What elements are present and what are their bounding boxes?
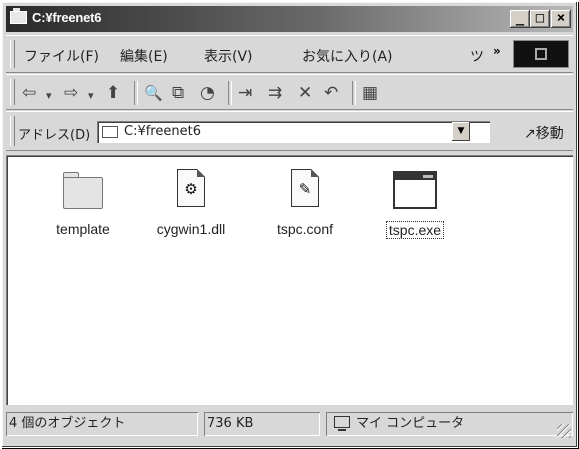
windows-logo-icon [513, 40, 569, 68]
copy-to-icon[interactable]: ⇉ [268, 83, 282, 103]
resize-grip[interactable] [557, 424, 571, 438]
file-item-tspc-conf[interactable]: ✎ tspc.conf [250, 169, 360, 238]
menu-favorites[interactable]: お気に入り(A) [302, 46, 393, 66]
status-zone: マイ コンピュータ [326, 412, 573, 436]
computer-icon [334, 416, 350, 431]
window-title: C:¥freenet6 [32, 10, 102, 25]
address-dropdown-button[interactable]: ▼ [452, 122, 470, 141]
file-item-tspc-exe[interactable]: tspc.exe [360, 169, 470, 239]
address-label: アドレス(D) [18, 128, 91, 143]
forward-icon[interactable]: ⇨ [64, 83, 78, 103]
views-icon[interactable]: ▦ [362, 83, 378, 103]
config-file-icon: ✎ [283, 169, 327, 213]
back-dropdown-icon[interactable]: ▾ [46, 86, 52, 106]
menu-tools[interactable]: ツ [470, 46, 484, 66]
history-icon[interactable]: ◔ [200, 83, 215, 103]
menu-file[interactable]: ファイル(F) [24, 46, 99, 66]
explorer-window: C:¥freenet6 _ □ × ファイル(F) 編集(E) 表示(V) お気… [1, 1, 578, 448]
back-icon[interactable]: ⇦ [22, 83, 36, 103]
status-zone-label: マイ コンピュータ [356, 416, 465, 431]
close-button[interactable]: × [551, 10, 571, 28]
title-bar[interactable]: C:¥freenet6 _ □ × [6, 6, 573, 32]
undo-icon[interactable]: ↶ [324, 83, 338, 103]
menu-bar: ファイル(F) 編集(E) 表示(V) お気に入り(A) ツ » [6, 35, 573, 73]
toolbar-separator [352, 81, 356, 105]
toolbar-separator [134, 81, 138, 105]
file-name: cygwin1.dll [156, 221, 226, 237]
file-item-template[interactable]: template [28, 169, 138, 238]
file-name: template [56, 221, 110, 237]
file-name: tspc.exe [385, 221, 445, 239]
dll-file-icon: ⚙ [169, 169, 213, 213]
status-object-count: 4 個のオブジェクト [6, 412, 198, 436]
address-value: C:¥freenet6 [124, 124, 201, 139]
toolbar-grip[interactable] [10, 79, 15, 105]
delete-icon[interactable]: ✕ [298, 83, 312, 103]
standard-toolbar: ⇦ ▾ ⇨ ▾ ⬆ 🔍 ⧉ ◔ ⇥ ⇉ ✕ ↶ ▦ [6, 74, 573, 110]
application-icon [393, 169, 437, 213]
file-item-cygwin1-dll[interactable]: ⚙ cygwin1.dll [136, 169, 246, 238]
maximize-button[interactable]: □ [530, 10, 550, 28]
menu-overflow-chevron[interactable]: » [493, 44, 501, 58]
status-bar: 4 個のオブジェクト 736 KB マイ コンピュータ [6, 408, 573, 444]
address-grip[interactable] [10, 116, 15, 146]
menu-grip[interactable] [10, 40, 15, 68]
address-bar: アドレス(D) C:¥freenet6 ▼ ↗移動 [6, 111, 573, 151]
search-icon[interactable]: 🔍 [144, 83, 163, 103]
file-list[interactable]: template ⚙ cygwin1.dll ✎ tspc.conf tspc.… [6, 155, 573, 405]
folders-icon[interactable]: ⧉ [172, 83, 184, 103]
folder-icon [10, 8, 27, 24]
menu-edit[interactable]: 編集(E) [120, 46, 168, 66]
status-size: 736 KB [204, 412, 320, 436]
move-to-icon[interactable]: ⇥ [238, 83, 252, 103]
address-input[interactable]: C:¥freenet6 [97, 121, 490, 143]
folder-icon [61, 169, 105, 213]
folder-icon [102, 126, 118, 138]
forward-dropdown-icon[interactable]: ▾ [88, 86, 94, 106]
toolbar-separator [228, 81, 232, 105]
up-folder-icon[interactable]: ⬆ [106, 83, 120, 103]
file-name: tspc.conf [276, 221, 334, 237]
go-button[interactable]: ↗移動 [524, 123, 564, 143]
menu-view[interactable]: 表示(V) [204, 46, 253, 66]
minimize-button[interactable]: _ [510, 10, 530, 28]
